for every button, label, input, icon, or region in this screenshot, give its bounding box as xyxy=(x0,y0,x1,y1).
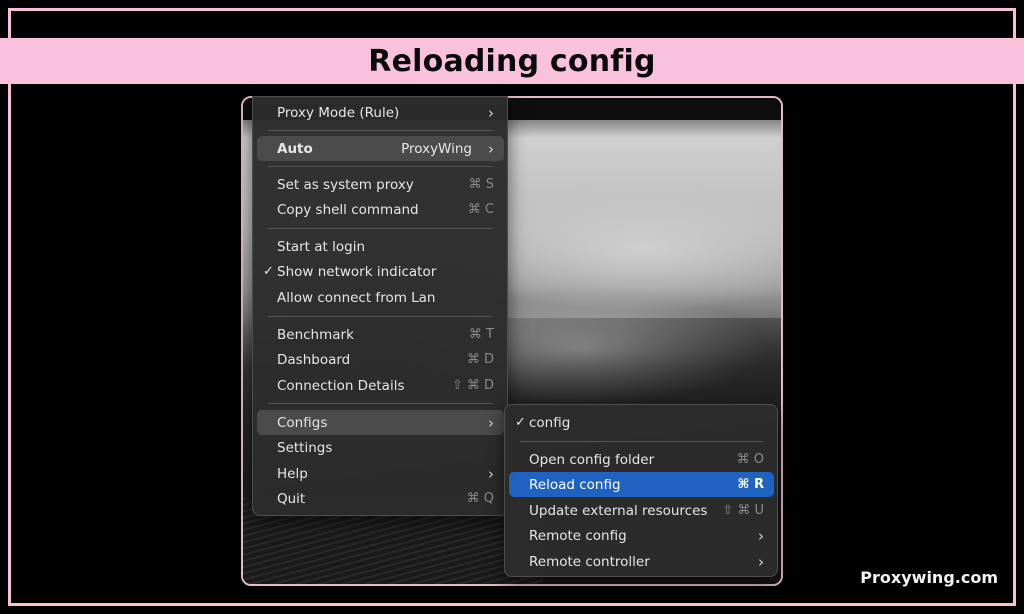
menu-item-quit[interactable]: Quit ⌘ Q xyxy=(257,486,504,511)
menu-separator xyxy=(268,316,493,317)
menu-item-start-at-login[interactable]: Start at login xyxy=(257,234,504,259)
menu-separator xyxy=(520,441,763,442)
configs-submenu: ✓ config Open config folder ⌘ O Reload c… xyxy=(504,404,778,577)
submenu-item-update-external-resources[interactable]: Update external resources ⇧ ⌘ U xyxy=(509,498,774,523)
submenu-item-remote-config[interactable]: Remote config › xyxy=(509,523,774,548)
title-banner: Reloading config xyxy=(0,38,1024,84)
menu-item-proxy-mode[interactable]: Proxy Mode (Rule) › xyxy=(257,100,504,125)
shortcut-hint: ⌘ Q xyxy=(466,491,494,506)
chevron-right-icon: › xyxy=(488,139,494,158)
shortcut-hint: ⌘ C xyxy=(467,202,494,217)
chevron-right-icon: › xyxy=(488,464,494,483)
shortcut-hint: ⇧ ⌘ U xyxy=(722,503,764,518)
submenu-item-open-config-folder[interactable]: Open config folder ⌘ O xyxy=(509,447,774,472)
menu-item-settings[interactable]: Settings xyxy=(257,435,504,460)
chevron-right-icon: › xyxy=(758,552,764,571)
shortcut-hint: ⇧ ⌘ D xyxy=(451,378,494,393)
menu-item-help[interactable]: Help › xyxy=(257,461,504,486)
chevron-right-icon: › xyxy=(488,413,494,432)
submenu-item-reload-config[interactable]: Reload config ⌘ R xyxy=(509,472,774,497)
menu-item-benchmark[interactable]: Benchmark ⌘ T xyxy=(257,322,504,347)
chevron-right-icon: › xyxy=(488,103,494,122)
menu-item-allow-lan[interactable]: Allow connect from Lan xyxy=(257,285,504,310)
menu-separator xyxy=(268,130,493,131)
auto-proxy-value: ProxyWing xyxy=(401,140,472,157)
submenu-item-config[interactable]: ✓ config xyxy=(509,410,774,435)
menu-item-connection-details[interactable]: Connection Details ⇧ ⌘ D xyxy=(257,373,504,398)
shortcut-hint: ⌘ D xyxy=(466,352,494,367)
shortcut-hint: ⌘ R xyxy=(737,477,764,492)
tray-menu: Proxy Mode (Rule) › Auto ProxyWing › Set… xyxy=(252,96,508,516)
submenu-item-remote-controller[interactable]: Remote controller › xyxy=(509,549,774,574)
menu-separator xyxy=(268,403,493,404)
page-title: Reloading config xyxy=(368,43,656,79)
shortcut-hint: ⌘ O xyxy=(736,452,764,467)
menu-item-configs[interactable]: Configs › xyxy=(257,410,504,435)
shortcut-hint: ⌘ S xyxy=(468,177,494,192)
menu-item-show-network-indicator[interactable]: ✓ Show network indicator xyxy=(257,259,504,284)
menu-separator xyxy=(268,166,493,167)
menu-item-copy-shell-command[interactable]: Copy shell command ⌘ C xyxy=(257,197,504,222)
menu-separator xyxy=(268,228,493,229)
checkmark-icon: ✓ xyxy=(515,415,526,430)
site-watermark: Proxywing.com xyxy=(860,568,998,587)
menu-item-auto[interactable]: Auto ProxyWing › xyxy=(257,136,504,161)
menu-item-dashboard[interactable]: Dashboard ⌘ D xyxy=(257,347,504,372)
chevron-right-icon: › xyxy=(758,526,764,545)
shortcut-hint: ⌘ T xyxy=(468,327,494,342)
menu-item-set-system-proxy[interactable]: Set as system proxy ⌘ S xyxy=(257,172,504,197)
checkmark-icon: ✓ xyxy=(263,264,274,279)
